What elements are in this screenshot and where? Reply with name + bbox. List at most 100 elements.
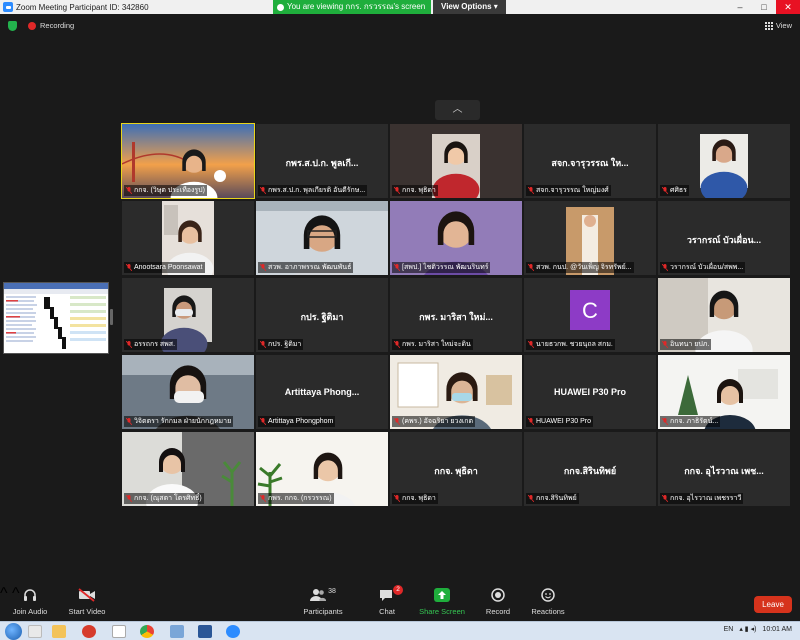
muted-mic-icon xyxy=(528,187,534,194)
window-title: Zoom Meeting Participant ID: 342860 xyxy=(16,2,149,12)
participant-tile[interactable]: อินทนา ยปภ. xyxy=(658,278,790,352)
leave-button[interactable]: Leave xyxy=(754,596,792,613)
opera-icon[interactable] xyxy=(82,625,96,638)
participant-name-label: (คพร.) อัจฉริยา ยวงเกต xyxy=(392,416,476,427)
participant-tile[interactable]: กกจ. (วิษุต ประเทืองรูป) xyxy=(121,123,255,199)
view-button[interactable]: View xyxy=(764,21,792,30)
participant-name-text: Artittaya Phongphom xyxy=(268,418,334,425)
participant-name-label: กกจ. พุธิดา xyxy=(392,185,438,196)
participant-tile[interactable]: กพร.ส.ป.ก. พูลเกี... กพร.ส.ป.ก. พุลเกียรต… xyxy=(256,124,388,198)
participant-name-text: กกจ. (ณุสตา โตรศิทธิ์) xyxy=(134,495,202,502)
app-icon[interactable] xyxy=(170,625,184,638)
participants-count: 38 xyxy=(328,587,336,595)
security-shield-icon[interactable] xyxy=(8,21,17,31)
muted-mic-icon xyxy=(394,418,400,425)
participant-tile[interactable]: สวพ. กนป. @วันเพ็ญ จิรทรัพย์... xyxy=(524,201,656,275)
windows-start-icon[interactable] xyxy=(5,623,22,640)
muted-mic-icon xyxy=(528,495,534,502)
participant-tile[interactable]: ศศิธร xyxy=(658,124,790,198)
muted-mic-icon xyxy=(126,341,132,348)
word-icon[interactable] xyxy=(198,625,212,638)
participant-tile[interactable]: กกจ.สิรินทิพย์ กกจ.สิรินทิพย์ xyxy=(524,432,656,506)
reactions-button[interactable]: Reactions xyxy=(518,585,578,616)
participant-display-name: วรากรณ์ บัวเผื่อน... xyxy=(686,235,762,245)
spreadsheet-preview-icon xyxy=(4,283,108,349)
language-indicator[interactable]: EN xyxy=(724,626,734,633)
participants-button[interactable]: 38 Participants xyxy=(293,585,353,617)
minimize-button[interactable]: – xyxy=(728,0,752,14)
muted-mic-icon xyxy=(394,341,400,348)
join-audio-button[interactable]: Join Audio xyxy=(0,585,60,616)
participant-name-label: สวพ. กนป. @วันเพ็ญ จิรทรัพย์... xyxy=(526,262,634,273)
shared-screen-thumbnail[interactable] xyxy=(3,282,109,354)
maximize-button[interactable]: □ xyxy=(752,0,776,14)
participants-icon: 38 xyxy=(293,585,353,605)
participant-name-label: กกจ.สิรินทิพย์ xyxy=(526,493,579,504)
participant-tile[interactable]: Artittaya Phong... Artittaya Phongphom xyxy=(256,355,388,429)
participant-tile[interactable]: วิจิตตรา รักกมล ฝ่ายนักกฎหมาย xyxy=(122,355,254,429)
participant-tile[interactable]: กกจ. พุธิดา xyxy=(390,124,522,198)
participant-tile[interactable]: สจก.จารุวรรณ ให... สจก.จารุวรรณ ใหญ่มงศ์ xyxy=(524,124,656,198)
close-button[interactable]: ✕ xyxy=(776,0,800,14)
muted-mic-icon xyxy=(394,264,400,271)
participant-name-text: วิจิตตรา รักกมล ฝ่ายนักกฎหมาย xyxy=(134,418,232,425)
participant-name-text: (คพร.) อัจฉริยา ยวงเกต xyxy=(402,418,474,425)
participant-display-name: กกจ.สิรินทิพย์ xyxy=(563,466,617,476)
participant-tile[interactable]: กกจ. (ณุสตา โตรศิทธิ์) xyxy=(122,432,254,506)
start-video-button[interactable]: Start Video xyxy=(57,585,117,616)
participant-name-label: สวพ. อาภาพรรณ พัฒนพันธ์ xyxy=(258,262,354,273)
system-tray: EN ▴ ▮ ◂) 10:01 AM xyxy=(724,625,792,634)
panel-resize-handle[interactable] xyxy=(110,309,113,325)
chat-badge: 2 xyxy=(393,585,403,595)
participant-name-label: Anootsara Poonsawat xyxy=(124,262,205,273)
video-off-icon xyxy=(57,585,117,605)
collapse-chevron-up-icon[interactable]: ︿ xyxy=(435,100,480,120)
participants-label: Participants xyxy=(303,607,343,616)
share-screen-button[interactable]: Share Screen xyxy=(412,585,472,616)
participant-name-text: สวพ. อาภาพรรณ พัฒนพันธ์ xyxy=(268,264,352,271)
participant-name-text: อินทนา ยปภ. xyxy=(670,341,710,348)
participant-tile[interactable]: กปร. ฐิติมา กปร. ฐิติมา xyxy=(256,278,388,352)
muted-mic-icon xyxy=(126,187,132,194)
participant-name-text: กพร. มาริสา ใหม่จะดิน xyxy=(402,341,471,348)
participant-name-text: ศศิธร xyxy=(670,187,687,194)
chrome-icon[interactable] xyxy=(140,625,154,638)
view-options-button[interactable]: View Options ▾ xyxy=(433,0,506,14)
participant-tile[interactable]: C นายธวกพ. ชวยนุถล สกม. xyxy=(524,278,656,352)
participant-tile[interactable]: อรรถกร สพส. xyxy=(122,278,254,352)
participant-tile[interactable]: [สพป.] ไชติวรรณ พัฒนรินทร์ xyxy=(390,201,522,275)
participant-tile[interactable]: กกจ. ภาธิรัตน์... xyxy=(658,355,790,429)
participant-tile[interactable]: กพร. มาริสา ใหม่... กพร. มาริสา ใหม่จะดิน xyxy=(390,278,522,352)
participant-name-label: กกจ. (วิษุต ประเทืองรูป) xyxy=(124,185,207,196)
participant-tile[interactable]: วรากรณ์ บัวเผื่อน... วรากรณ์ บัวเผื่อน/สพ… xyxy=(658,201,790,275)
zoom-taskbar-icon[interactable] xyxy=(226,625,240,638)
participant-tile[interactable]: HUAWEI P30 Pro HUAWEI P30 Pro xyxy=(524,355,656,429)
share-screen-icon xyxy=(412,585,472,605)
participant-name-text: กพร.ส.ป.ก. พุลเกียรติ อันตีรักษ... xyxy=(268,187,366,194)
participant-name-label: กปร. ฐิติมา xyxy=(258,339,304,350)
chat-button[interactable]: 2 Chat xyxy=(357,585,417,616)
svg-text:C: C xyxy=(582,298,598,323)
folder-icon[interactable] xyxy=(52,625,66,638)
view-options-label: View Options xyxy=(441,2,492,11)
participant-tile[interactable]: กกจ. อุไรวาณ เพช... กกจ. อุไรวาณ เพชรราวี xyxy=(658,432,790,506)
participant-tile[interactable]: กพร. กกจ. (กรวรรณ) xyxy=(256,432,388,506)
muted-mic-icon xyxy=(260,418,266,425)
participant-name-label: อินทนา ยปภ. xyxy=(660,339,712,350)
notepad-icon[interactable] xyxy=(112,625,126,638)
muted-mic-icon xyxy=(662,264,668,271)
viewing-banner: You are viewing กกร. กรวรรณ's screen xyxy=(273,0,432,14)
participant-tile[interactable]: สวพ. อาภาพรรณ พัฒนพันธ์ xyxy=(256,201,388,275)
window-controls: – □ ✕ xyxy=(728,0,800,14)
participant-tile[interactable]: (คพร.) อัจฉริยา ยวงเกต xyxy=(390,355,522,429)
participant-tile[interactable]: กกจ. พุธิดา กกจ. พุธิดา xyxy=(390,432,522,506)
participant-name-label: กกจ. พุธิดา xyxy=(392,493,438,504)
participant-tile[interactable]: Anootsara Poonsawat xyxy=(122,201,254,275)
explorer-icon[interactable] xyxy=(28,625,42,638)
tray-icons: ▴ ▮ ◂) xyxy=(739,626,757,633)
participant-display-name: กพร.ส.ป.ก. พูลเกี... xyxy=(285,158,359,168)
meeting-toolbar: Join Audio ^ Start Video 38 Participants… xyxy=(0,585,800,620)
muted-mic-icon xyxy=(528,418,534,425)
muted-mic-icon xyxy=(126,264,132,271)
clock[interactable]: 10:01 AM xyxy=(762,626,792,633)
